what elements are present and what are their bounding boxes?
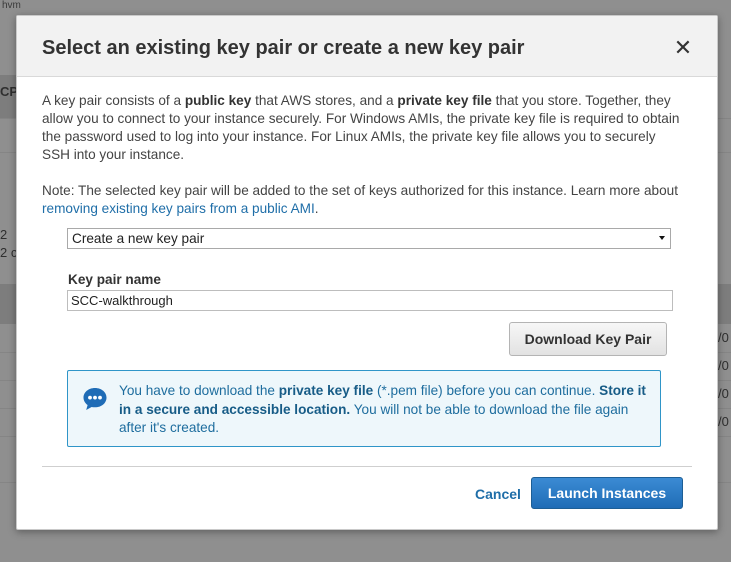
info-text: You have to download the (119, 383, 279, 398)
chevron-down-icon (659, 236, 665, 240)
bg-left-text: 2 c (0, 245, 16, 260)
launch-instances-button[interactable]: Launch Instances (531, 477, 683, 509)
info-message: You have to download the private key fil… (119, 382, 659, 438)
intro-text: A key pair consists of a (42, 93, 185, 108)
note-paragraph: Note: The selected key pair will be adde… (42, 182, 687, 218)
dialog-title: Select an existing key pair or create a … (42, 37, 525, 59)
note-end: . (314, 201, 319, 216)
bg-right-text: /0 (718, 330, 729, 345)
note-text: Note: The selected key pair will be adde… (42, 183, 678, 198)
dialog-header: Select an existing key pair or create a … (17, 16, 717, 77)
bg-right-text: /0 (718, 358, 729, 373)
remove-key-pairs-link[interactable]: removing existing key pairs from a publi… (42, 201, 315, 216)
info-bold-private-key-file: private key file (278, 383, 374, 398)
close-icon[interactable]: ✕ (673, 37, 693, 59)
select-value: Create a new key pair (72, 231, 205, 246)
footer-divider (42, 466, 692, 467)
bg-table-header-right (718, 284, 731, 324)
intro-text: that AWS stores, and a (251, 93, 398, 108)
key-pair-name-label: Key pair name (68, 272, 161, 287)
bg-top-label: hvm (2, 0, 21, 11)
bg-column-header: CPU (0, 84, 16, 99)
download-key-pair-button[interactable]: Download Key Pair (509, 322, 667, 356)
intro-bold-private-key-file: private key file (397, 93, 492, 108)
chat-bubble-icon (83, 388, 107, 410)
bg-left-text: 2 (0, 227, 8, 242)
bg-right-text: /0 (718, 414, 729, 429)
bg-right-text: /0 (718, 386, 729, 401)
key-pair-option-select[interactable]: Create a new key pair (67, 228, 671, 249)
intro-paragraph: A key pair consists of a public key that… (42, 92, 687, 164)
cancel-button[interactable]: Cancel (475, 486, 521, 502)
intro-bold-public-key: public key (184, 93, 252, 108)
info-alert: You have to download the private key fil… (67, 370, 661, 447)
key-pair-dialog: Select an existing key pair or create a … (16, 15, 718, 530)
bg-table-header-left (0, 284, 16, 324)
info-text: (*.pem file) before you can continue. (373, 383, 600, 398)
key-pair-name-input[interactable] (67, 290, 673, 311)
